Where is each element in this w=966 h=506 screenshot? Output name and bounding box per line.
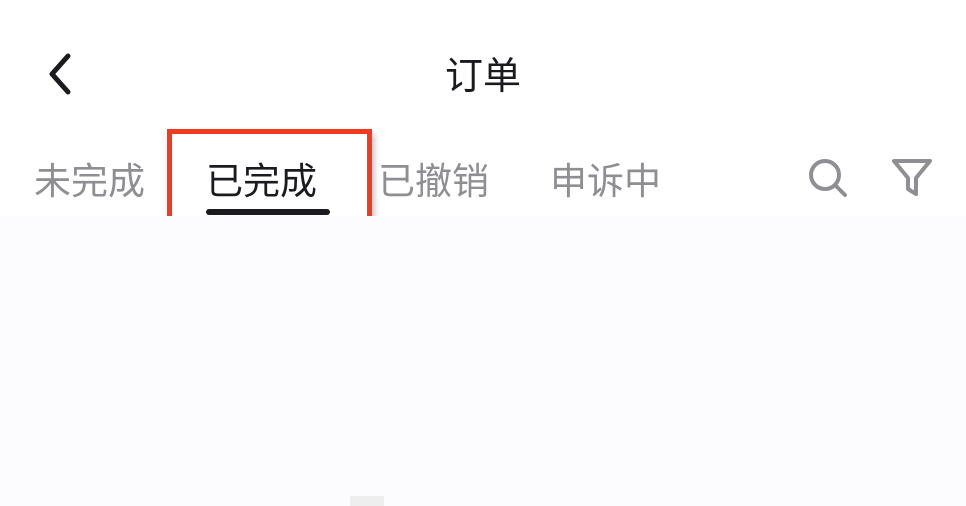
tab-cancelled[interactable]: 已撤销 xyxy=(378,154,489,214)
search-icon xyxy=(806,156,850,204)
filter-icon xyxy=(890,156,934,204)
tab-appealing[interactable]: 申诉中 xyxy=(550,154,661,214)
tab-completed[interactable]: 已完成 xyxy=(206,154,317,214)
order-list-area xyxy=(0,216,966,506)
search-button[interactable] xyxy=(804,156,852,204)
filter-button[interactable] xyxy=(888,156,936,204)
page-title: 订单 xyxy=(444,54,521,98)
tab-uncompleted[interactable]: 未完成 xyxy=(34,154,145,214)
header-bar: 订单 xyxy=(0,0,966,140)
scroll-handle[interactable] xyxy=(350,496,384,506)
active-tab-indicator xyxy=(206,209,330,215)
